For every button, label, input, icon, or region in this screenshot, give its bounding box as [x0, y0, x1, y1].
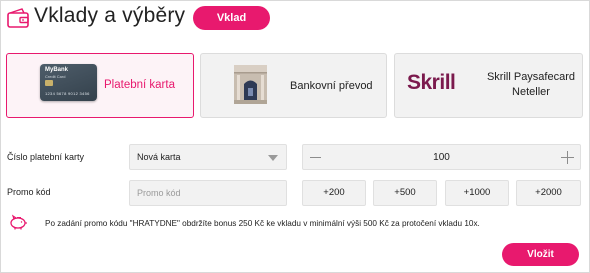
submit-deposit-button[interactable]: Vložit — [502, 243, 579, 266]
card-chip-icon — [45, 80, 53, 86]
promo-code-placeholder: Promo kód — [137, 188, 181, 198]
payment-method-label: Skrill Paysafecard Neteller — [486, 71, 576, 98]
payment-method-label: Bankovní převod — [290, 80, 373, 92]
quick-amount-button[interactable]: +1000 — [445, 180, 509, 206]
quick-amount-button[interactable]: +2000 — [516, 180, 581, 206]
chevron-down-icon — [268, 155, 278, 161]
card-select[interactable]: Nová karta — [129, 144, 287, 170]
amount-stepper[interactable]: 100 — [302, 144, 581, 170]
plus-icon[interactable] — [561, 151, 574, 164]
deposit-panel — [0, 0, 590, 273]
deposit-tab-button[interactable]: Vklad — [193, 6, 270, 30]
card-number-text: 1234 5678 9012 3456 — [45, 91, 90, 96]
page-title: Vklady a výběry — [34, 4, 186, 27]
payment-method-bank-transfer[interactable]: Bankovní převod — [200, 53, 387, 118]
piggy-bank-icon — [10, 214, 27, 230]
credit-card-image: MyBank Credit Card 1234 5678 9012 3456 — [40, 64, 97, 101]
quick-amount-button[interactable]: +500 — [373, 180, 437, 206]
card-number-label: Číslo platební karty — [7, 152, 85, 162]
card-select-value: Nová karta — [137, 152, 181, 162]
payment-method-card[interactable]: MyBank Credit Card 1234 5678 9012 3456 P… — [6, 53, 194, 118]
card-type-text: Credit Card — [45, 74, 66, 79]
promo-code-input[interactable]: Promo kód — [129, 180, 287, 206]
payment-method-label: Platební karta — [104, 79, 175, 91]
wallet-icon — [7, 8, 29, 28]
skrill-logo: Skrill — [407, 71, 456, 94]
promo-code-label: Promo kód — [7, 187, 51, 197]
amount-value[interactable]: 100 — [303, 152, 580, 163]
bonus-notice-text: Po zadání promo kódu "HRATYDNE" obdržíte… — [45, 219, 480, 228]
quick-amount-button[interactable]: +200 — [302, 180, 366, 206]
bank-building-icon — [234, 65, 267, 104]
payment-method-ewallet[interactable]: Skrill Skrill Paysafecard Neteller — [394, 53, 583, 118]
card-bank-name: MyBank — [45, 67, 69, 73]
